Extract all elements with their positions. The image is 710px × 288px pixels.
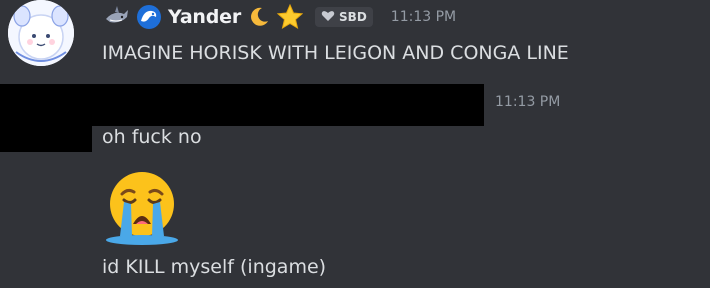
crescent-moon-icon	[247, 5, 271, 29]
loudly-crying-face-icon[interactable]	[100, 164, 184, 248]
avatar-image	[8, 0, 74, 66]
guild-tag[interactable]: SBD	[315, 7, 373, 27]
redaction-bar	[0, 126, 92, 152]
message-text: IMAGINE HORISK WITH LEIGON AND CONGA LIN…	[102, 42, 569, 64]
username[interactable]: Yander	[168, 6, 241, 28]
wave-icon	[136, 4, 162, 30]
message-header: Yander SBD 11:13 PM	[104, 3, 456, 31]
message-text: id KILL myself (ingame)	[102, 256, 327, 278]
star-icon	[277, 4, 304, 30]
redaction-bar	[0, 84, 484, 126]
shark-icon	[104, 6, 130, 28]
guild-tag-label: SBD	[339, 10, 367, 24]
timestamp[interactable]: 11:13 PM	[495, 94, 560, 110]
avatar[interactable]	[8, 0, 74, 66]
timestamp[interactable]: 11:13 PM	[391, 9, 456, 25]
heart-icon	[321, 10, 335, 25]
message-text: oh fuck no	[102, 126, 202, 148]
chat-window: Yander SBD 11:13 PM IMAGINE HORISK WITH …	[0, 0, 710, 288]
